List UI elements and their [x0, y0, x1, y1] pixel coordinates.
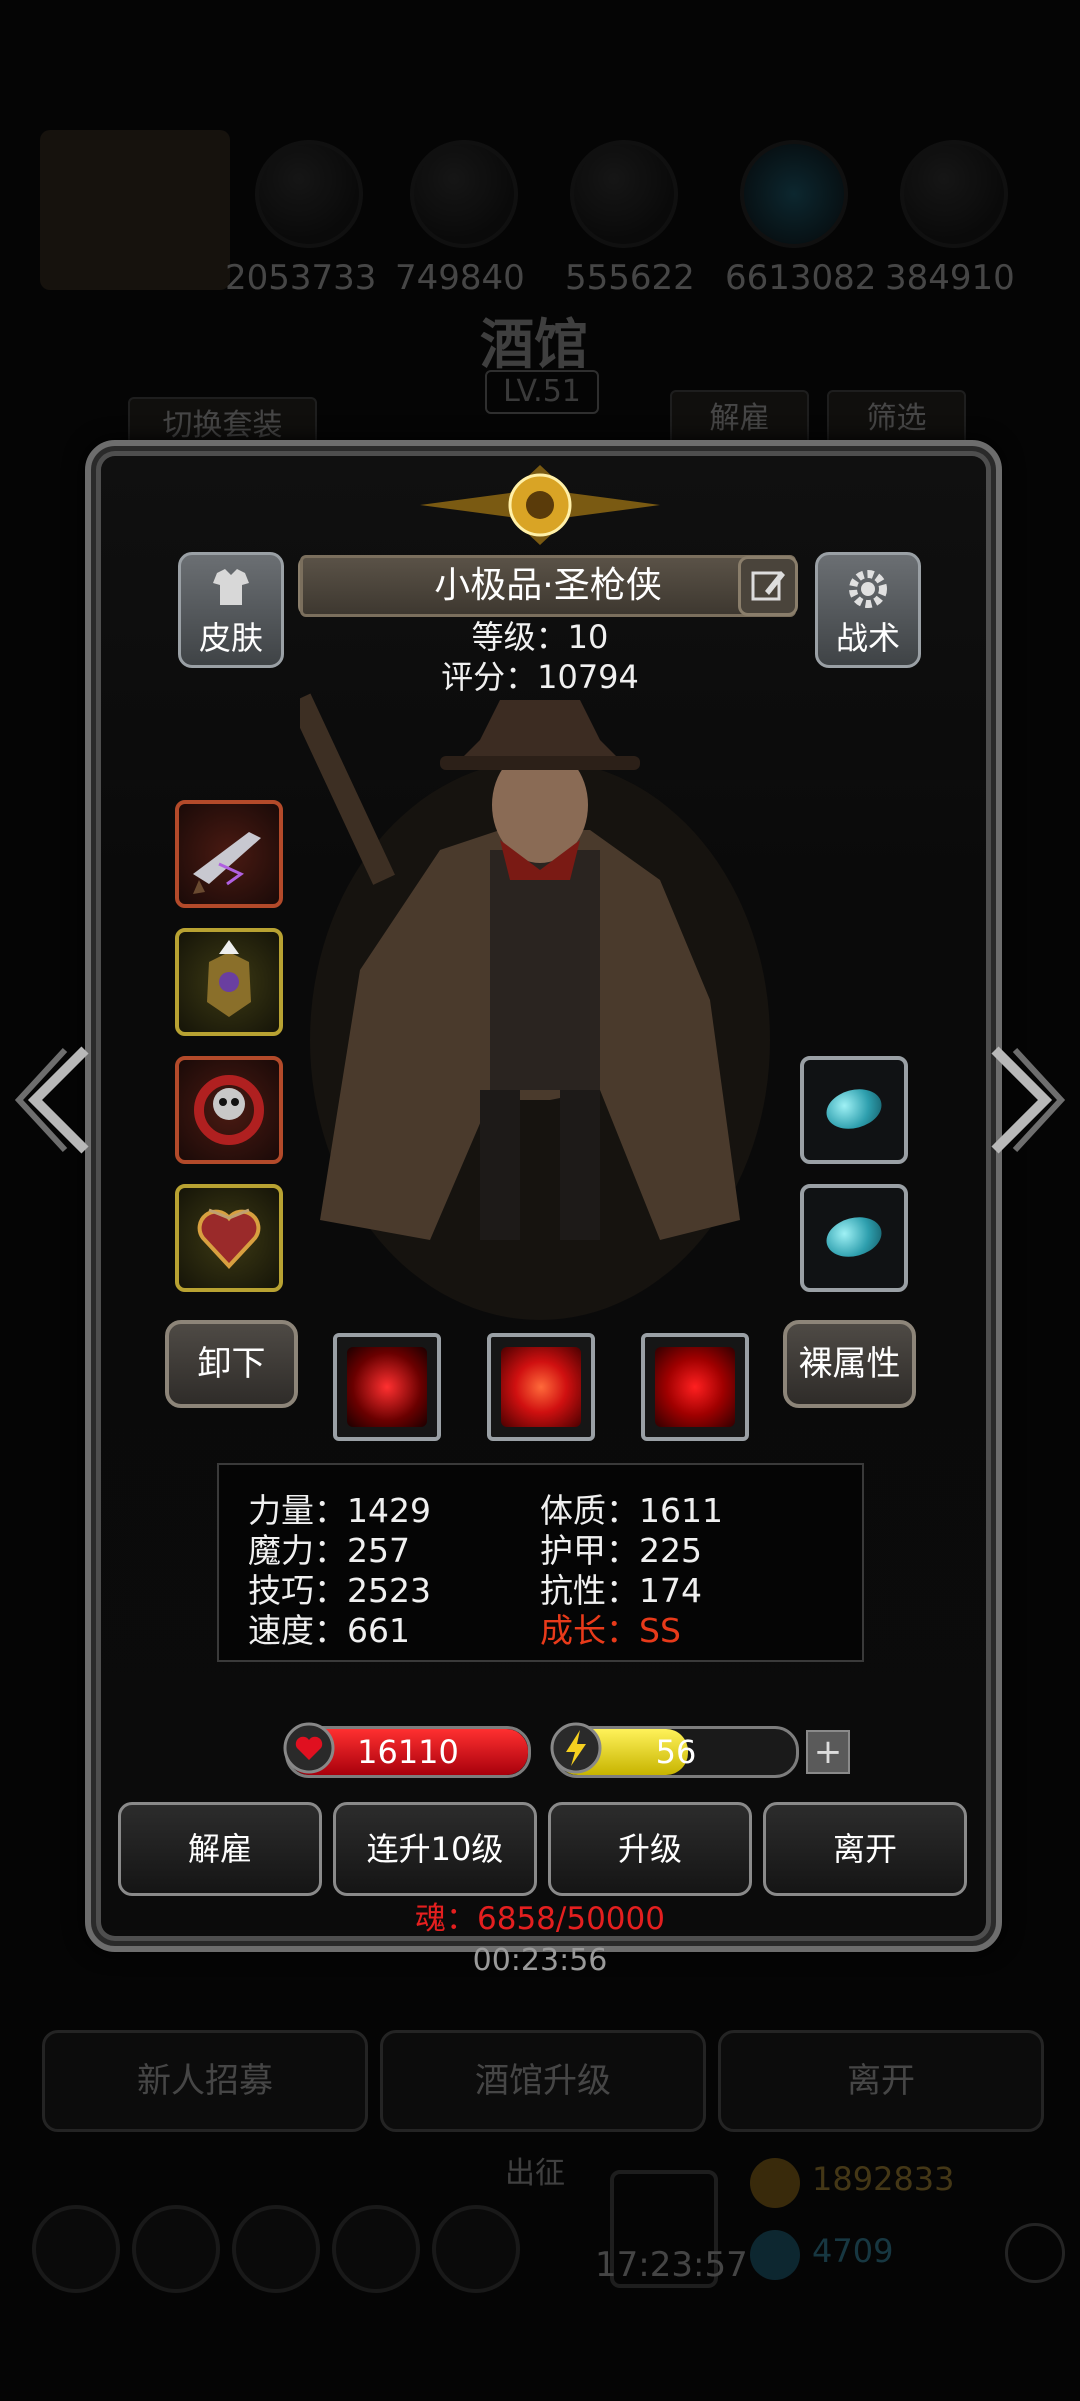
gem-icon	[822, 1083, 886, 1135]
leave-button[interactable]: 离开	[763, 1802, 967, 1896]
skill-slot[interactable]	[333, 1333, 441, 1441]
next-arrow-icon[interactable]	[985, 1040, 1065, 1160]
gem-icon	[822, 1211, 886, 1263]
dismiss-button[interactable]: 解雇	[118, 1802, 322, 1896]
hero-portrait	[300, 693, 770, 1320]
stat-speed: 速度：661	[248, 1611, 410, 1650]
gem-value: 4709	[812, 2232, 894, 2270]
resource-icon	[410, 140, 518, 248]
clock-text: 17:23:57	[595, 2245, 748, 2285]
armor-slot[interactable]	[175, 928, 283, 1036]
gold-value: 1892833	[812, 2160, 955, 2198]
shirt-icon	[213, 569, 249, 605]
resource-value: 2053733	[225, 258, 377, 298]
level-up-10-button[interactable]: 连升10级	[333, 1802, 537, 1896]
skill-slot[interactable]	[641, 1333, 749, 1441]
skull-ring-icon	[194, 1075, 264, 1145]
accessory-slot[interactable]	[175, 1056, 283, 1164]
hero-name: 小极品·圣枪侠	[300, 555, 796, 617]
menu-icon	[132, 2205, 220, 2293]
tavern-upgrade-button: 酒馆升级	[380, 2030, 706, 2132]
amulet-slot[interactable]	[175, 1184, 283, 1292]
armor-icon	[207, 940, 251, 1017]
gear-icon	[849, 570, 887, 608]
menu-icon	[432, 2205, 520, 2293]
plus-icon	[1005, 2223, 1065, 2283]
crosshair-skill-icon	[655, 1347, 735, 1427]
heart-amulet-icon	[197, 1208, 261, 1269]
gem-slot[interactable]	[800, 1056, 908, 1164]
gun-icon	[193, 832, 261, 894]
tavern-level: LV.51	[485, 370, 599, 414]
soul-progress: 魂：6858/50000	[415, 1901, 665, 1937]
menu-icon	[32, 2205, 120, 2293]
weapon-slot[interactable]	[175, 800, 283, 908]
lightning-icon	[550, 1722, 602, 1774]
resource-value: 384910	[885, 258, 1015, 298]
gem-currency-icon	[750, 2230, 800, 2280]
menu-icon	[232, 2205, 320, 2293]
menu-icon	[332, 2205, 420, 2293]
stat-growth: 成长：SS	[540, 1611, 681, 1650]
swirl-skill-icon	[501, 1347, 581, 1427]
heart-icon	[283, 1722, 335, 1774]
resource-icon	[900, 140, 1008, 248]
target-skill-icon	[347, 1347, 427, 1427]
resource-icon	[255, 140, 363, 248]
recruit-button: 新人招募	[42, 2030, 368, 2132]
rename-edit-icon[interactable]	[738, 556, 798, 616]
timer-text: 00:23:56	[472, 1943, 608, 1978]
tavern-title: 酒馆	[480, 312, 588, 376]
resource-icon	[570, 140, 678, 248]
base-attributes-button[interactable]: 裸属性	[783, 1320, 916, 1408]
resource-value: 6613082	[725, 258, 877, 298]
expedition-label: 出征	[505, 2156, 565, 2191]
avatar	[40, 130, 230, 290]
skill-slot[interactable]	[487, 1333, 595, 1441]
prev-arrow-icon[interactable]	[15, 1040, 95, 1160]
unequip-button[interactable]: 卸下	[165, 1320, 298, 1408]
resource-icon	[740, 140, 848, 248]
gem-slot[interactable]	[800, 1184, 908, 1292]
bg-leave-button: 离开	[718, 2030, 1044, 2132]
level-up-button[interactable]: 升级	[548, 1802, 752, 1896]
resource-value: 749840	[395, 258, 525, 298]
crest-emblem-icon	[420, 465, 660, 545]
add-energy-button[interactable]: +	[806, 1730, 850, 1774]
gold-icon	[750, 2158, 800, 2208]
resource-value: 555622	[565, 258, 695, 298]
